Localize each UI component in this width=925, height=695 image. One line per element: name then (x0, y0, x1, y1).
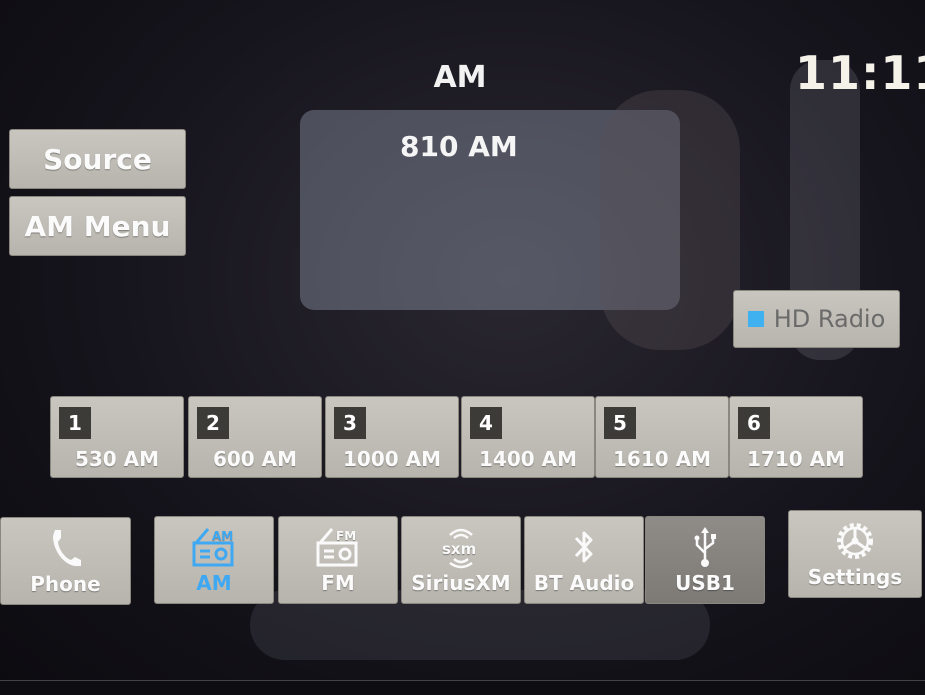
source-button[interactable]: Source (9, 129, 186, 189)
source-label: SiriusXM (411, 571, 511, 595)
preset-bar: 1 530 AM 2 600 AM 3 1000 AM 4 1400 AM 5 … (50, 396, 863, 481)
preset-button-6[interactable]: 6 1710 AM (729, 396, 863, 478)
preset-number: 5 (604, 407, 636, 439)
source-fm[interactable]: FM FM (278, 516, 398, 604)
usb-icon (646, 525, 764, 569)
siriusxm-icon: sxm (402, 525, 520, 569)
preset-number: 6 (738, 407, 770, 439)
svg-text:AM: AM (212, 529, 233, 543)
phone-icon (1, 526, 130, 570)
am-menu-button[interactable]: AM Menu (9, 196, 186, 256)
source-settings[interactable]: Settings (788, 510, 922, 598)
source-bt-audio[interactable]: BT Audio (524, 516, 644, 604)
hd-radio-button[interactable]: HD Radio (733, 290, 900, 348)
source-label: AM (196, 571, 232, 595)
preset-frequency: 1610 AM (612, 447, 711, 471)
preset-button-2[interactable]: 2 600 AM (188, 396, 322, 478)
preset-number: 2 (197, 407, 229, 439)
screen-reflection (600, 90, 740, 350)
bottom-nav-strip (0, 680, 925, 695)
current-station: 810 AM (400, 130, 518, 163)
svg-text:FM: FM (336, 529, 356, 543)
preset-button-1[interactable]: 1 530 AM (50, 396, 184, 478)
page-title: AM (433, 60, 487, 95)
source-usb1[interactable]: USB1 (645, 516, 765, 604)
preset-button-3[interactable]: 3 1000 AM (325, 396, 459, 478)
preset-frequency: 600 AM (212, 447, 298, 471)
source-siriusxm[interactable]: sxm SiriusXM (401, 516, 521, 604)
preset-button-5[interactable]: 5 1610 AM (595, 396, 729, 478)
fm-radio-icon: FM (279, 525, 397, 569)
hd-radio-label: HD Radio (773, 305, 886, 333)
preset-frequency: 530 AM (74, 447, 160, 471)
source-am[interactable]: AM AM (154, 516, 274, 604)
preset-frequency: 1710 AM (746, 447, 845, 471)
hd-indicator-icon (747, 311, 764, 327)
preset-frequency: 1400 AM (478, 447, 577, 471)
source-label: USB1 (675, 571, 735, 595)
preset-number: 3 (334, 407, 366, 439)
source-label: BT Audio (533, 571, 635, 595)
preset-frequency: 1000 AM (342, 447, 441, 471)
preset-number: 4 (470, 407, 502, 439)
preset-button-4[interactable]: 4 1400 AM (461, 396, 595, 478)
preset-number: 1 (59, 407, 91, 439)
source-label: Phone (30, 572, 101, 596)
source-label: FM (321, 571, 355, 595)
bluetooth-icon (525, 525, 643, 569)
clock: 11:11 (795, 46, 925, 100)
am-radio-icon: AM (155, 525, 273, 569)
gear-icon (789, 519, 921, 563)
source-bar: Phone AM AM FM FM sxm SiriusXM BT Audio … (0, 510, 925, 610)
source-phone[interactable]: Phone (0, 517, 131, 605)
svg-text:sxm: sxm (442, 540, 476, 558)
source-label: Settings (807, 565, 903, 589)
